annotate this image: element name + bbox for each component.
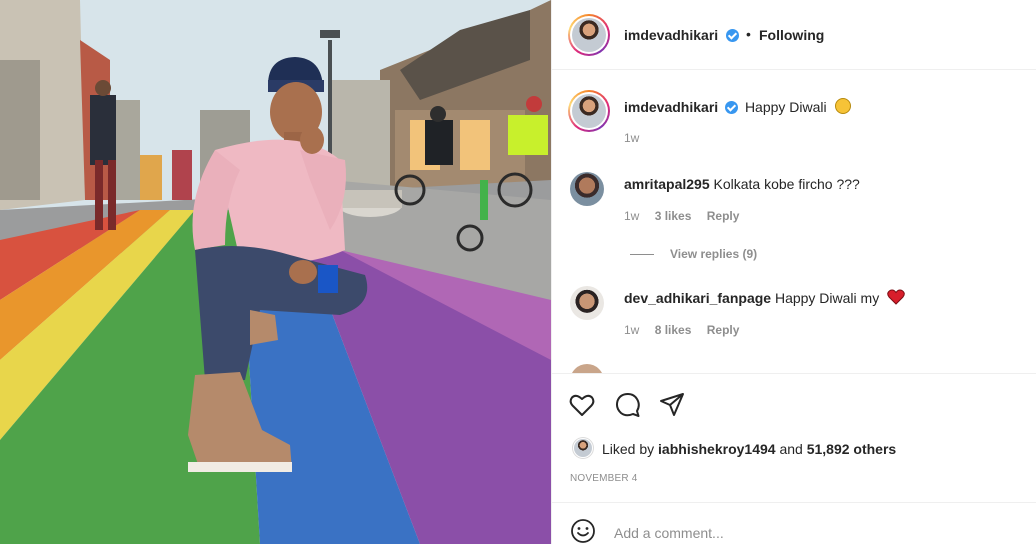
share-icon[interactable]	[658, 391, 686, 419]
comments-list[interactable]: imdevadhikari Happy Diwali 1w amritapal2…	[552, 71, 1036, 373]
heart-icon[interactable]	[568, 391, 596, 419]
following-button[interactable]: Following	[759, 27, 824, 43]
comment-avatar[interactable]	[570, 364, 604, 373]
post-actions: Liked by iabhishekroy1494 and 51,892 oth…	[552, 373, 1036, 503]
comment-time[interactable]: 1w	[624, 323, 639, 337]
author-username[interactable]: imdevadhikari	[624, 27, 718, 43]
comment-meta: 1w 8 likes Reply	[624, 323, 751, 337]
replies-divider	[630, 254, 654, 256]
comment-meta: 1w 3 likes Reply	[624, 209, 751, 223]
heart-emoji-icon	[887, 289, 905, 305]
comment: amritapal295 Kolkata kobe fircho ???	[624, 176, 860, 192]
likes-prefix: Liked by	[602, 441, 655, 457]
verified-badge-icon	[726, 29, 739, 42]
comment-likes[interactable]: 8 likes	[655, 323, 692, 337]
comment-username[interactable]: amritapal295	[624, 176, 710, 192]
likes-summary: Liked by iabhishekroy1494 and 51,892 oth…	[602, 441, 896, 457]
caption-username[interactable]: imdevadhikari	[624, 99, 718, 115]
add-comment-bar: Add a comment...	[552, 502, 1036, 544]
separator-dot: •	[746, 26, 751, 42]
post-details-panel: imdevadhikari • Following imdevadhikari …	[551, 0, 1036, 544]
post-photo[interactable]	[0, 0, 551, 544]
verified-badge-icon	[725, 101, 739, 114]
post-header: imdevadhikari • Following	[552, 0, 1036, 70]
liked-by-user[interactable]: iabhishekroy1494	[658, 441, 776, 457]
caption-time[interactable]: 1w	[624, 131, 639, 145]
comment-time[interactable]: 1w	[624, 209, 639, 223]
comment-icon[interactable]	[614, 391, 642, 419]
comment: dev_adhikari_fanpage Happy Diwali my	[624, 289, 905, 306]
post-date[interactable]: NOVEMBER 4	[570, 473, 638, 484]
emoji-picker-icon[interactable]	[570, 518, 596, 544]
caption-text: Happy Diwali	[744, 99, 827, 115]
comment-avatar[interactable]	[570, 172, 604, 206]
smile-emoji-icon	[834, 98, 851, 114]
post-photo-illustration	[0, 0, 551, 544]
likes-and: and	[779, 441, 803, 457]
comment-avatar[interactable]	[570, 286, 604, 320]
likes-others[interactable]: 51,892 others	[807, 441, 897, 457]
comment-input[interactable]: Add a comment...	[614, 525, 724, 541]
view-replies-button[interactable]: View replies (9)	[630, 247, 757, 261]
reply-button[interactable]: Reply	[707, 209, 740, 223]
caption-avatar[interactable]	[568, 90, 610, 132]
comment-likes[interactable]: 3 likes	[655, 209, 692, 223]
comment-text: Kolkata kobe fircho ???	[713, 176, 860, 192]
comment-username[interactable]: dev_adhikari_fanpage	[624, 290, 771, 306]
reply-button[interactable]: Reply	[707, 323, 740, 337]
comment-text: Happy Diwali my	[774, 290, 880, 306]
view-replies-label: View replies (9)	[670, 247, 758, 261]
instagram-post-view: imdevadhikari • Following imdevadhikari …	[0, 0, 1036, 544]
caption: imdevadhikari Happy Diwali	[624, 98, 851, 115]
author-avatar[interactable]	[568, 14, 610, 56]
liked-by-avatar[interactable]	[572, 437, 594, 459]
caption-meta: 1w	[624, 131, 651, 145]
